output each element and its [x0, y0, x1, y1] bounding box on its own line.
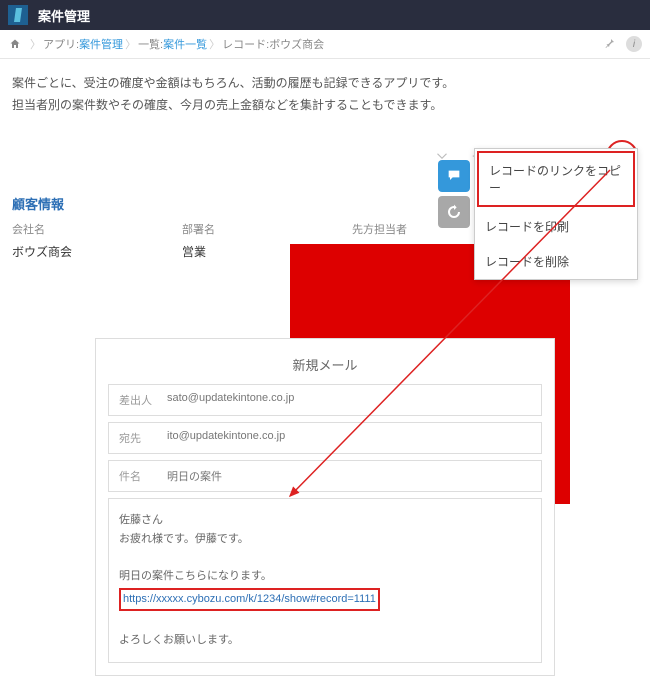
bc-label-record: レコード:: [222, 36, 269, 52]
bc-label-app: アプリ:: [43, 36, 79, 52]
mail-body-line2: お疲れ様です。伊藤です。: [119, 530, 531, 549]
bc-record: ボウズ商会: [269, 36, 324, 52]
mail-to-label: 宛先: [119, 430, 155, 446]
comment-icon[interactable]: [438, 160, 470, 192]
menu-print[interactable]: レコードを印刷: [475, 209, 637, 244]
mail-to-row[interactable]: 宛先 ito@updatekintone.co.jp: [108, 422, 542, 454]
bc-label-list: 一覧:: [138, 36, 163, 52]
mail-compose: 新規メール 差出人 sato@updatekintone.co.jp 宛先 it…: [95, 338, 555, 676]
app-description: 案件ごとに、受注の確度や金額はもちろん、活動の履歴も記録できるアプリです。 担当…: [0, 59, 650, 130]
bc-app[interactable]: 案件管理: [79, 36, 123, 52]
mail-title: 新規メール: [108, 351, 542, 384]
menu-copy-link[interactable]: レコードのリンクをコピー: [477, 151, 635, 207]
company-label: 会社名: [12, 221, 142, 237]
breadcrumb: 〉 アプリ: 案件管理 〉 一覧: 案件一覧 〉 レコード: ボウズ商会 i: [0, 30, 650, 59]
info-icon[interactable]: i: [626, 36, 642, 52]
mail-subject-row[interactable]: 件名 明日の案件: [108, 460, 542, 492]
company-value: ボウズ商会: [12, 243, 142, 260]
desc-line2: 担当者別の案件数やその確度、今月の売上金額などを集計することもできます。: [12, 95, 638, 117]
mail-to-value: ito@updatekintone.co.jp: [167, 430, 285, 446]
history-icon[interactable]: [438, 196, 470, 228]
dept-label: 部署名: [182, 221, 312, 237]
more-dropdown: レコードのリンクをコピー レコードを印刷 レコードを削除: [474, 148, 638, 280]
bc-list[interactable]: 案件一覧: [163, 36, 207, 52]
mail-from-row[interactable]: 差出人 sato@updatekintone.co.jp: [108, 384, 542, 416]
pin-icon[interactable]: [604, 37, 616, 52]
mail-body[interactable]: 佐藤さん お疲れ様です。伊藤です。 明日の案件こちらになります。 https:/…: [108, 498, 542, 663]
mail-body-line4: よろしくお願いします。: [119, 631, 531, 650]
mail-body-line3: 明日の案件こちらになります。: [119, 567, 531, 586]
mail-body-line1: 佐藤さん: [119, 511, 531, 530]
mail-link-highlight: https://xxxxx.cybozu.com/k/1234/show#rec…: [119, 588, 380, 611]
side-actions: [438, 160, 470, 228]
mail-from-value: sato@updatekintone.co.jp: [167, 392, 294, 408]
app-logo-icon: [8, 5, 28, 25]
mail-subject-label: 件名: [119, 468, 155, 484]
desc-line1: 案件ごとに、受注の確度や金額はもちろん、活動の履歴も記録できるアプリです。: [12, 73, 638, 95]
app-title: 案件管理: [38, 6, 90, 25]
mail-from-label: 差出人: [119, 392, 155, 408]
app-header: 案件管理: [0, 0, 650, 30]
mail-subject-value: 明日の案件: [167, 468, 222, 484]
menu-delete[interactable]: レコードを削除: [475, 244, 637, 279]
home-icon[interactable]: [8, 37, 22, 51]
record-link[interactable]: https://xxxxx.cybozu.com/k/1234/show#rec…: [123, 593, 376, 605]
